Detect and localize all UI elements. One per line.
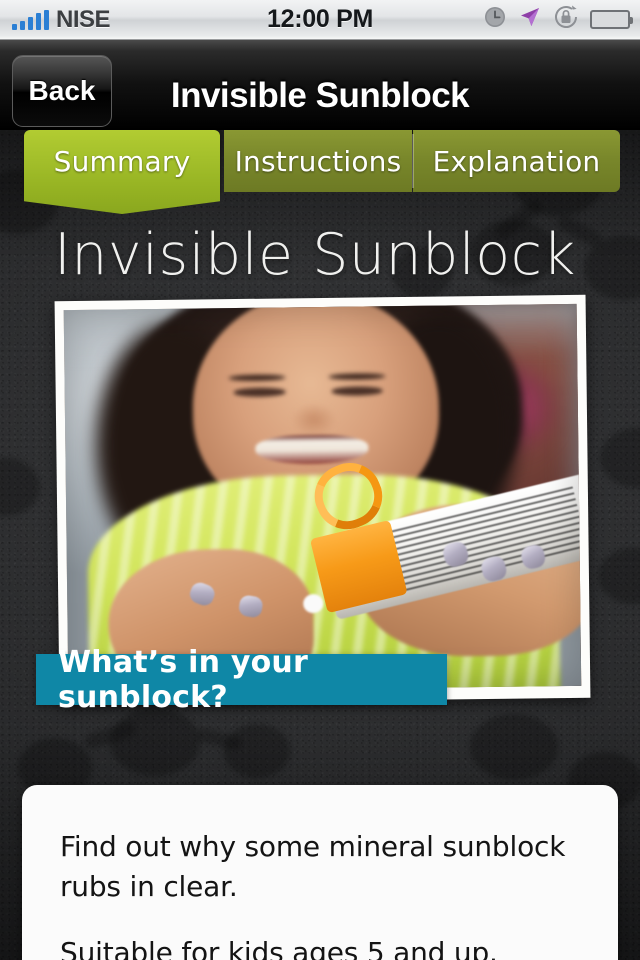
tab-divider — [412, 134, 414, 188]
photo-frame — [54, 294, 591, 705]
description-card: Find out why some mineral sunblock rubs … — [22, 785, 618, 960]
back-button-label: Back — [28, 75, 96, 106]
app-screen: NISE 12:00 PM Back Invisible Sunblock In… — [0, 0, 640, 960]
tab-bar: Instructions Explanation Summary — [0, 130, 640, 214]
navigation-bar: Back Invisible Sunblock — [0, 40, 640, 130]
description-paragraph-2: Suitable for kids ages 5 and up. — [60, 935, 498, 960]
tab-explanation-label: Explanation — [432, 144, 601, 178]
photo-caption-banner: What’s in your sunblock? — [36, 645, 447, 715]
tab-instructions[interactable]: Instructions — [224, 130, 412, 192]
status-bar: NISE 12:00 PM — [0, 0, 640, 40]
tab-instructions-label: Instructions — [234, 144, 402, 178]
battery-icon — [590, 10, 633, 29]
photo-caption-text: What’s in your sunblock? — [58, 644, 308, 715]
tab-summary-label: Summary — [53, 144, 191, 178]
tab-summary[interactable]: Summary — [24, 130, 220, 214]
rotation-lock-icon — [553, 4, 579, 35]
activity-photo — [63, 303, 582, 693]
back-button[interactable]: Back — [12, 55, 112, 127]
content-headline: Invisible Sunblock — [54, 222, 576, 288]
location-arrow-icon — [518, 5, 542, 34]
alarm-clock-icon — [483, 5, 507, 34]
description-paragraph-1: Find out why some mineral sunblock rubs … — [60, 830, 566, 903]
status-bar-right — [483, 4, 633, 35]
tab-explanation[interactable]: Explanation — [413, 130, 620, 192]
